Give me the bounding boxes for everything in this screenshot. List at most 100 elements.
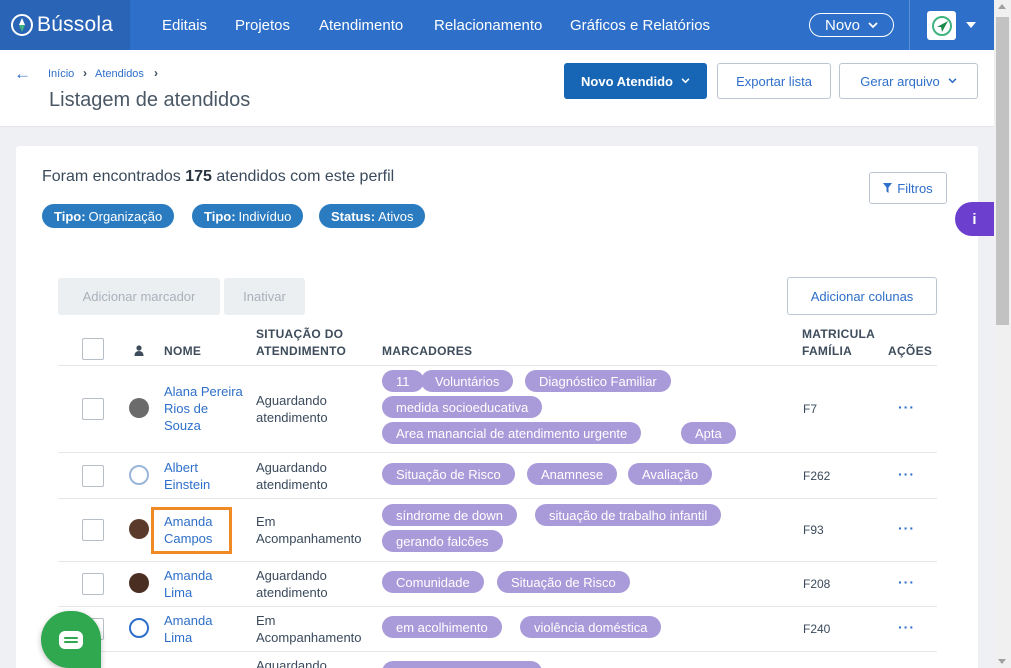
situation-line: atendimento xyxy=(256,410,328,425)
chip-value: Ativos xyxy=(378,208,414,224)
tag[interactable]: síndrome de down xyxy=(382,504,517,526)
chip-key: Tipo: xyxy=(204,208,236,224)
gerar-arquivo-button[interactable]: Gerar arquivo xyxy=(839,63,978,99)
nav-editais[interactable]: Editais xyxy=(162,17,207,34)
user-avatar[interactable] xyxy=(927,11,956,40)
chat-icon xyxy=(59,630,83,649)
novo-atendido-label: Novo Atendido xyxy=(581,73,673,89)
avatar xyxy=(129,618,149,638)
row-checkbox[interactable] xyxy=(82,465,104,487)
summary-suffix: atendidos com este perfil xyxy=(216,168,395,185)
situation-line: Em xyxy=(256,613,276,628)
breadcrumb-inicio[interactable]: Início xyxy=(48,68,74,80)
tag[interactable]: Diagnóstico Familiar xyxy=(525,370,671,392)
row-actions-menu-icon[interactable]: ··· xyxy=(898,466,915,482)
nav-atendimento[interactable]: Atendimento xyxy=(319,17,403,34)
exportar-lista-button[interactable]: Exportar lista xyxy=(717,63,831,99)
name-line: Einstein xyxy=(164,477,211,492)
scroll-down-arrow-icon[interactable] xyxy=(998,659,1006,664)
tag[interactable]: Comunidade xyxy=(382,571,484,593)
breadcrumb-atendidos[interactable]: Atendidos xyxy=(95,68,144,80)
name-line: Albert xyxy=(164,460,198,475)
novo-atendido-button[interactable]: Novo Atendido xyxy=(564,63,707,99)
novo-dropdown-button[interactable]: Novo xyxy=(809,13,894,37)
nav-graficos-relatorios[interactable]: Gráficos e Relatórios xyxy=(570,17,710,34)
name-line: Alana Pereira xyxy=(164,384,243,399)
row-divider xyxy=(58,561,937,562)
situation-line: Aguardando xyxy=(256,658,327,668)
row-name-link[interactable]: Albert Einstein xyxy=(164,459,210,493)
filter-icon xyxy=(883,183,893,193)
row-actions-menu-icon[interactable]: ··· xyxy=(898,520,915,536)
adicionar-marcador-button[interactable]: Adicionar marcador xyxy=(58,278,220,315)
compass-logo-icon xyxy=(931,15,952,36)
situation-line: Aguardando xyxy=(256,393,327,408)
nav-relacionamento[interactable]: Relacionamento xyxy=(434,17,542,34)
row-actions-menu-icon[interactable]: ··· xyxy=(898,619,915,635)
row-situation: Aguardando xyxy=(256,657,327,668)
column-header-matricula[interactable]: MATRICULA xyxy=(802,326,875,343)
back-arrow-icon[interactable]: ← xyxy=(14,64,31,84)
tag[interactable]: Area manancial de atendimento urgente xyxy=(382,422,642,444)
scroll-up-arrow-icon[interactable] xyxy=(998,4,1006,9)
row-divider xyxy=(58,651,937,652)
row-actions-menu-icon[interactable]: ··· xyxy=(898,399,915,415)
results-count: 175 xyxy=(185,168,212,185)
select-all-checkbox[interactable] xyxy=(82,338,104,360)
situation-line: Aguardando xyxy=(256,568,327,583)
row-divider xyxy=(58,365,937,366)
person-icon xyxy=(134,345,144,356)
breadcrumb-separator-icon: › xyxy=(154,66,158,80)
tag[interactable]: Avaliação xyxy=(628,463,713,485)
name-line: Souza xyxy=(164,418,201,433)
gerar-arquivo-label: Gerar arquivo xyxy=(860,73,940,89)
user-menu-caret-icon[interactable] xyxy=(966,22,976,28)
row-matricula: F7 xyxy=(803,402,818,416)
tag[interactable]: 11 xyxy=(382,370,424,392)
app-logo[interactable]: Bússola xyxy=(0,0,130,50)
info-tab-button[interactable]: i xyxy=(955,202,994,236)
novo-label: Novo xyxy=(824,16,861,34)
filter-chip-tipo-organizacao[interactable]: Tipo: Organização xyxy=(42,204,175,228)
nav-projetos[interactable]: Projetos xyxy=(235,17,290,34)
row-situation: Aguardando atendimento xyxy=(256,459,328,493)
avatar xyxy=(129,573,149,593)
tag[interactable]: em acolhimento xyxy=(382,616,502,638)
chevron-down-icon xyxy=(948,78,957,84)
name-line: Amanda xyxy=(164,568,213,583)
scrollbar-thumb[interactable] xyxy=(996,17,1009,325)
logo-text: Bússola xyxy=(37,13,114,36)
tag[interactable]: situação de trabalho infantil xyxy=(535,504,722,526)
adicionar-colunas-button[interactable]: Adicionar colunas xyxy=(787,277,937,315)
row-checkbox[interactable] xyxy=(82,519,104,541)
column-header-matricula-line2: FAMÍLIA xyxy=(802,344,853,358)
nav-divider xyxy=(909,0,910,50)
chat-button[interactable] xyxy=(41,611,101,668)
filter-chip-status-ativos[interactable]: Status: Ativos xyxy=(319,204,426,228)
column-header-marcadores[interactable]: MARCADORES xyxy=(382,343,472,360)
filter-chip-tipo-individuo[interactable]: Tipo: Indivíduo xyxy=(192,204,304,228)
row-name-link[interactable]: Amanda Lima xyxy=(164,612,212,646)
inativar-button[interactable]: Inativar xyxy=(224,278,305,315)
tag[interactable]: Voluntários xyxy=(421,370,514,392)
row-situation: Aguardando atendimento xyxy=(256,567,328,601)
row-checkbox[interactable] xyxy=(82,398,104,420)
tag[interactable]: violência doméstica xyxy=(520,616,662,638)
column-header-situacao[interactable]: SITUAÇÃO DO xyxy=(256,326,343,343)
row-name-link[interactable]: Amanda Lima xyxy=(164,567,212,601)
tag[interactable] xyxy=(382,661,542,668)
row-name-link[interactable]: Alana Pereira Rios de Souza xyxy=(164,383,243,434)
filtros-button[interactable]: Filtros xyxy=(869,172,947,204)
row-checkbox[interactable] xyxy=(82,573,104,595)
tag[interactable]: Apta xyxy=(681,422,736,444)
tag[interactable]: Situação de Risco xyxy=(497,571,630,593)
row-actions-menu-icon[interactable]: ··· xyxy=(898,574,915,590)
tag[interactable]: Situação de Risco xyxy=(382,463,515,485)
column-header-nome[interactable]: NOME xyxy=(164,343,201,360)
row-matricula: F208 xyxy=(803,577,831,591)
situation-line: Em xyxy=(256,514,276,529)
tag[interactable]: Anamnese xyxy=(527,463,618,485)
exportar-lista-label: Exportar lista xyxy=(736,73,812,89)
tag[interactable]: medida socioeducativa xyxy=(382,396,543,418)
tag[interactable]: gerando falcões xyxy=(382,530,503,552)
